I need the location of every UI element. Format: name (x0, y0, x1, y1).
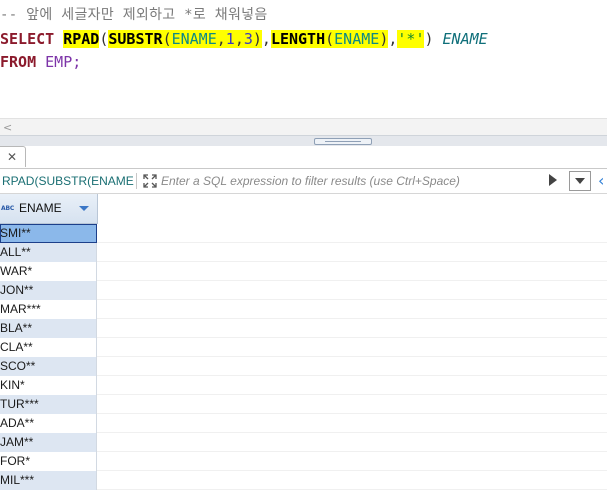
row-empty-area (97, 262, 607, 281)
filter-history-dropdown[interactable] (569, 171, 591, 191)
row-empty-area (97, 243, 607, 262)
query-name: RPAD(SUBSTR(ENAME,1 (2, 174, 134, 188)
close-icon[interactable]: ✕ (7, 148, 17, 166)
ename-cell[interactable]: TUR*** (0, 395, 97, 414)
divider (136, 173, 137, 189)
paren: ( (325, 30, 335, 48)
sort-dropdown-icon[interactable] (79, 206, 89, 211)
filter-input[interactable] (161, 171, 541, 191)
table-row[interactable]: MIL*** (0, 471, 607, 490)
ename-cell[interactable]: JON** (0, 281, 97, 300)
result-tab-bar: ✕ (0, 146, 607, 169)
semicolon: ; (72, 53, 82, 71)
ename-cell[interactable]: FOR* (0, 452, 97, 471)
paren: ) (424, 30, 434, 48)
chevron-left-icon[interactable]: ‹ (598, 171, 604, 191)
fn-substr: SUBSTR (108, 30, 163, 48)
results-grid[interactable]: ABC ENAME SMI** ALL** WAR* JON** MAR*** BLA**… (0, 194, 607, 496)
table-row[interactable]: JAM** (0, 433, 607, 452)
row-empty-area (97, 376, 607, 395)
ename-cell[interactable]: ALL** (0, 243, 97, 262)
row-empty-area (97, 300, 607, 319)
ename-cell[interactable]: JAM** (0, 433, 97, 452)
sql-editor[interactable]: -- 앞에 세글자만 제외하고 *로 채워넣음 SELECT RPAD(SUBS… (0, 0, 607, 118)
row-empty-area (97, 338, 607, 357)
filter-bar: RPAD(SUBSTR(ENAME,1 ‹ (0, 169, 607, 194)
table-row[interactable]: SCO** (0, 357, 607, 376)
table-row[interactable]: ADA** (0, 414, 607, 433)
number-literal: 3 (243, 30, 253, 48)
sql-line-select[interactable]: SELECT RPAD(SUBSTR(ENAME,1,3),LENGTH(ENA… (0, 28, 488, 50)
ename-cell[interactable]: SCO** (0, 357, 97, 376)
grid-rows: SMI** ALL** WAR* JON** MAR*** BLA** CLA** SCO**… (0, 224, 607, 490)
row-empty-area (97, 357, 607, 376)
ename-cell[interactable]: CLA** (0, 338, 97, 357)
table-row[interactable]: WAR* (0, 262, 607, 281)
table-row[interactable]: BLA** (0, 319, 607, 338)
table-emp: EMP (45, 53, 73, 71)
ename-cell[interactable]: BLA** (0, 319, 97, 338)
comma: , (234, 30, 244, 48)
ename-cell[interactable]: MAR*** (0, 300, 97, 319)
column-header-ename[interactable]: ABC ENAME (0, 194, 98, 224)
splitter-grip-icon[interactable] (314, 138, 372, 145)
kw-select: SELECT (0, 30, 55, 48)
kw-from: FROM (0, 53, 37, 71)
result-tab[interactable]: ✕ (0, 146, 26, 167)
row-empty-area (97, 452, 607, 471)
paren: ) (379, 30, 389, 48)
column-ename: ENAME (171, 30, 217, 48)
fn-length: LENGTH (270, 30, 326, 48)
ename-cell[interactable]: KIN* (0, 376, 97, 395)
row-empty-area (97, 395, 607, 414)
row-empty-area (97, 414, 607, 433)
sql-line-from[interactable]: FROM EMP; (0, 51, 81, 73)
sql-comment: -- 앞에 세글자만 제외하고 *로 채워넣음 (0, 7, 268, 23)
row-empty-area (97, 471, 607, 490)
scroll-left-icon[interactable]: < (3, 119, 12, 136)
table-row[interactable]: MAR*** (0, 300, 607, 319)
ename-cell[interactable]: WAR* (0, 262, 97, 281)
ename-cell[interactable]: ADA** (0, 414, 97, 433)
row-empty-area (97, 281, 607, 300)
comma: , (216, 30, 226, 48)
table-row[interactable]: KIN* (0, 376, 607, 395)
paren: ( (162, 30, 172, 48)
column-header-label: ENAME (19, 201, 62, 215)
apply-filter-icon[interactable] (549, 174, 557, 186)
column-alias: ENAME (442, 30, 488, 48)
table-row[interactable]: ALL** (0, 243, 607, 262)
number-literal: 1 (225, 30, 235, 48)
text-type-icon: ABC (1, 205, 15, 212)
paren: ) (252, 30, 262, 48)
ename-cell[interactable]: MIL*** (0, 471, 97, 490)
ename-cell[interactable]: SMI** (0, 224, 97, 243)
table-row[interactable]: TUR*** (0, 395, 607, 414)
table-row[interactable]: FOR* (0, 452, 607, 471)
comma: , (261, 30, 271, 48)
row-empty-area (97, 433, 607, 452)
fn-rpad: RPAD (63, 30, 100, 48)
expand-icon[interactable] (142, 173, 158, 189)
table-row[interactable]: JON** (0, 281, 607, 300)
row-empty-area (97, 224, 607, 243)
row-empty-area (97, 319, 607, 338)
editor-horizontal-scrollbar[interactable]: < (0, 118, 607, 136)
table-row[interactable]: SMI** (0, 224, 607, 243)
table-row[interactable]: CLA** (0, 338, 607, 357)
column-ename: ENAME (334, 30, 380, 48)
